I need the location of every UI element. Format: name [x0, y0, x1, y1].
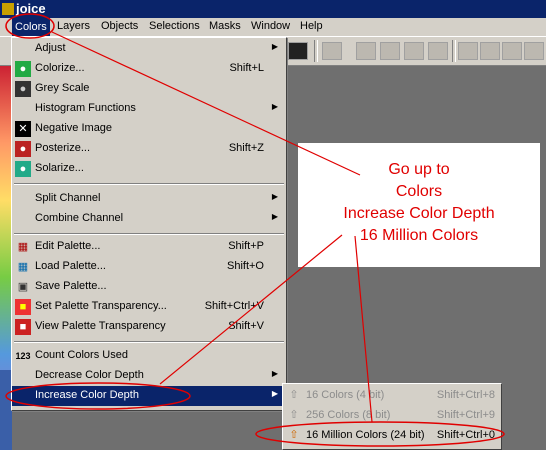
menu-item-view-palette-transparency[interactable]: ■ View Palette Transparency Shift+V: [12, 317, 286, 337]
submenu-arrow-icon: ▶: [271, 102, 278, 111]
menu-item-decrease-color-depth[interactable]: Decrease Color Depth ▶: [12, 366, 286, 386]
toolbar-button-1[interactable]: [356, 42, 376, 60]
arrow-up-icon: ⇧: [289, 409, 299, 421]
arrow-up-icon: ⇧: [289, 429, 299, 441]
menu-masks[interactable]: Masks: [209, 20, 241, 32]
menu-item-set-palette-transparency[interactable]: ■ Set Palette Transparency... Shift+Ctrl+V: [12, 297, 286, 317]
menu-separator: [14, 233, 284, 235]
save-palette-icon: ▣: [17, 281, 29, 293]
toolbar-button-7[interactable]: [502, 42, 522, 60]
arrow-up-icon: ⇧: [289, 389, 299, 401]
callout-line-3: Increase Color Depth: [343, 205, 495, 222]
edit-palette-icon: ▦: [17, 241, 29, 253]
menu-item-grey-scale[interactable]: ● Grey Scale: [12, 79, 286, 99]
menu-separator: [14, 341, 284, 343]
menu-item-solarize[interactable]: ● Solarize...: [12, 159, 286, 179]
callout-line-2: Colors: [395, 183, 443, 200]
menu-item-save-palette[interactable]: ▣ Save Palette...: [12, 277, 286, 297]
submenu-arrow-icon: ▶: [271, 369, 278, 378]
view-transparency-icon: ■: [15, 319, 31, 335]
increase-color-depth-submenu: ⇧ 16 Colors (4 bit) Shift+Ctrl+8 ⇧ 256 Colo…: [282, 383, 502, 450]
menu-window[interactable]: Window: [251, 20, 290, 32]
solarize-icon: ●: [15, 161, 31, 177]
posterize-icon: ●: [15, 141, 31, 157]
menu-objects[interactable]: Objects: [101, 20, 138, 32]
load-palette-icon: ▦: [17, 261, 29, 273]
toolbar-separator: [452, 40, 456, 62]
menu-item-edit-palette[interactable]: ▦ Edit Palette... Shift+P: [12, 237, 286, 257]
menu-item-colorize[interactable]: ● Colorize... Shift+L: [12, 59, 286, 79]
toolbar-button-3[interactable]: [404, 42, 424, 60]
menu-item-adjust[interactable]: Adjust ▶: [12, 39, 286, 59]
menu-item-split-channel[interactable]: Split Channel ▶: [12, 189, 286, 209]
menu-item-histogram-functions[interactable]: Histogram Functions ▶: [12, 99, 286, 119]
submenu-arrow-icon: ▶: [271, 42, 278, 51]
count-colors-icon: 123: [15, 351, 31, 361]
submenu-arrow-icon: ▶: [271, 389, 278, 398]
toolbar-button-6[interactable]: [480, 42, 500, 60]
window-title: joice: [16, 1, 46, 16]
colors-menu: Adjust ▶ ● Colorize... Shift+L ● Grey Scale …: [11, 37, 287, 411]
toolbar-button-4[interactable]: [428, 42, 448, 60]
app-logo-icon: [2, 3, 14, 15]
submenu-arrow-icon: ▶: [271, 212, 278, 221]
set-transparency-icon: ■: [15, 299, 31, 315]
menu-separator: [14, 183, 284, 185]
toolbar-camera-icon[interactable]: [288, 42, 308, 60]
menu-item-posterize[interactable]: ● Posterize... Shift+Z: [12, 139, 286, 159]
title-bar: joice: [0, 0, 546, 18]
menu-item-negative-image[interactable]: ✕ Negative Image: [12, 119, 286, 139]
callout-line-4: 16 Million Colors: [359, 227, 479, 244]
menu-item-increase-color-depth[interactable]: Increase Color Depth ▶: [12, 386, 286, 406]
menu-colors[interactable]: Colors: [12, 18, 50, 36]
toolbar-grip-icon[interactable]: [322, 42, 342, 60]
menu-item-load-palette[interactable]: ▦ Load Palette... Shift+O: [12, 257, 286, 277]
menu-help[interactable]: Help: [300, 20, 323, 32]
callout-line-1: Go up to: [388, 161, 450, 178]
menu-layers[interactable]: Layers: [57, 20, 90, 32]
menu-item-combine-channel[interactable]: Combine Channel ▶: [12, 209, 286, 229]
instruction-callout: Go up to Colors Increase Color Depth 16 …: [298, 143, 540, 267]
submenu-item-256-colors[interactable]: ⇧ 256 Colors (8 bit) Shift+Ctrl+9: [283, 406, 501, 426]
toolbar-button-2[interactable]: [380, 42, 400, 60]
menu-selections[interactable]: Selections: [149, 20, 200, 32]
submenu-arrow-icon: ▶: [271, 192, 278, 201]
toolbar-button-5[interactable]: [458, 42, 478, 60]
submenu-item-16-million-colors[interactable]: ⇧ 16 Million Colors (24 bit) Shift+Ctrl+0: [283, 426, 501, 446]
toolbar-button-8[interactable]: [524, 42, 544, 60]
negative-icon: ✕: [15, 121, 31, 137]
toolbar-separator: [314, 40, 318, 62]
menu-item-count-colors-used[interactable]: 123 Count Colors Used: [12, 346, 286, 366]
colorize-icon: ●: [15, 61, 31, 77]
submenu-item-16-colors[interactable]: ⇧ 16 Colors (4 bit) Shift+Ctrl+8: [283, 386, 501, 406]
greyscale-icon: ●: [15, 81, 31, 97]
menu-bar: Colors Layers Objects Selections Masks W…: [0, 18, 546, 37]
